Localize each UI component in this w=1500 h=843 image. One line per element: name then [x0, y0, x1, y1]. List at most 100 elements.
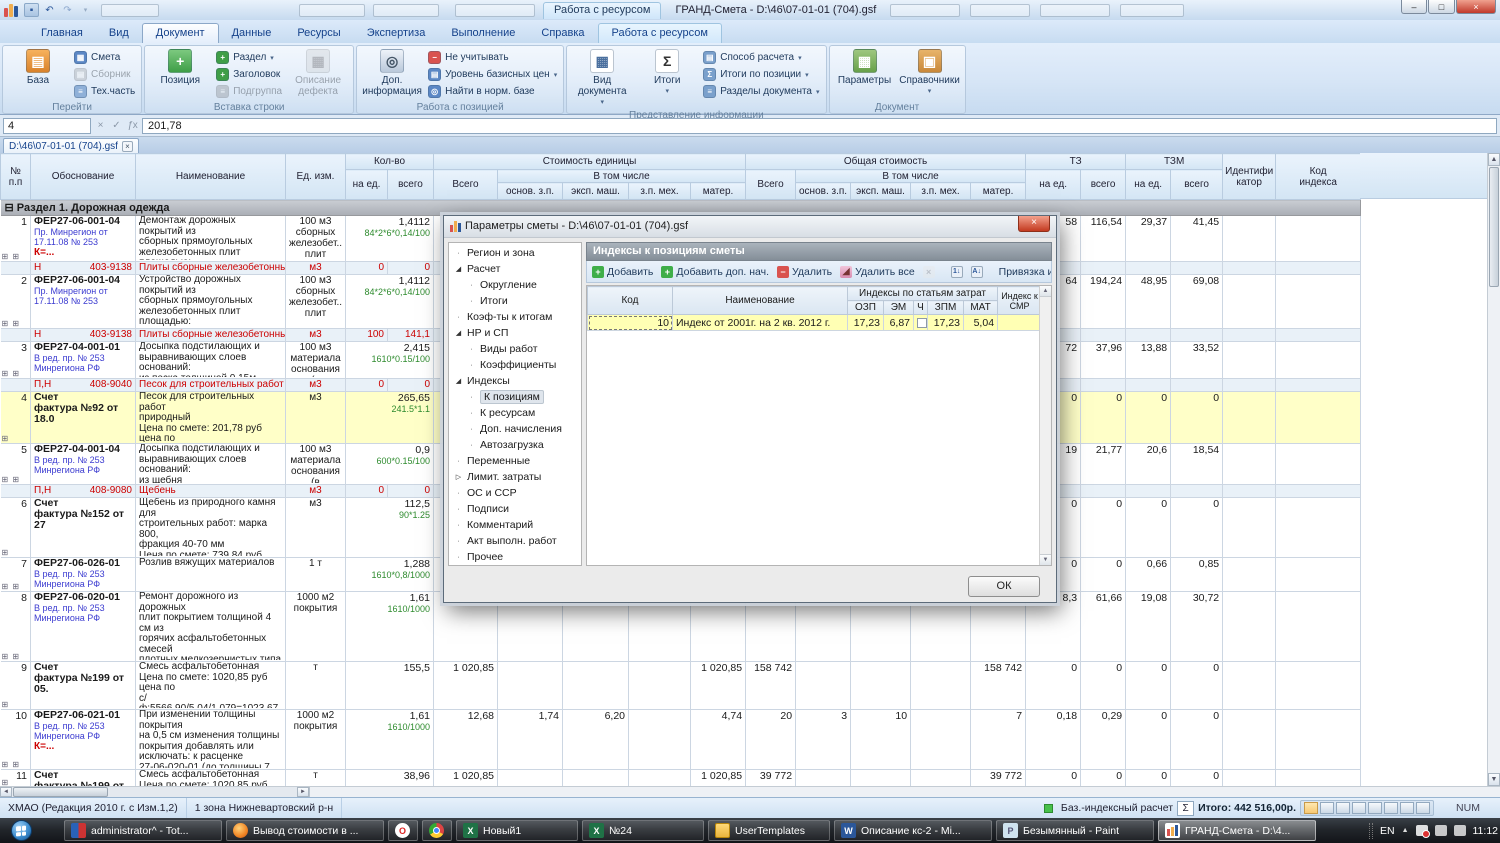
minimize-button[interactable]: – — [1401, 0, 1427, 14]
index-zpm-cell[interactable]: 17,23 — [928, 315, 964, 331]
qat-dropdown-icon[interactable]: ▾ — [78, 3, 93, 17]
start-button[interactable] — [6, 820, 36, 842]
ribbon-button[interactable]: Итоги по позиции▾ — [701, 66, 821, 83]
dialog-close-button[interactable]: × — [1018, 216, 1050, 232]
ribbon-button[interactable]: Вид документа▾ — [571, 48, 633, 108]
col-header-se-zpm[interactable]: з.п. мех. — [629, 183, 691, 200]
index-smr-cell[interactable] — [998, 315, 1042, 331]
col-header-se-exp[interactable]: эксп. маш. — [563, 183, 629, 200]
view-icon[interactable] — [1368, 802, 1382, 814]
ribbon-tab-Данные[interactable]: Данные — [219, 24, 285, 43]
dcol-ЗПМ[interactable]: ЗПМ — [928, 301, 964, 315]
position-row[interactable]: 11⊞Счет фактура №199 от 05Смесь асфальто… — [1, 770, 1361, 787]
ribbon-button[interactable]: База — [7, 48, 69, 100]
ribbon-button[interactable]: Найти в норм. базе — [426, 83, 559, 100]
col-header-num[interactable]: № п.п — [1, 154, 31, 200]
volume-icon[interactable] — [1454, 825, 1466, 836]
tree-item-Индексы[interactable]: ◢Индексы — [449, 373, 581, 389]
formula-input[interactable]: 201,78 — [142, 118, 1497, 134]
dcol-МАТ[interactable]: МАТ — [964, 301, 998, 315]
dcol-smr[interactable]: Индекс к СМР — [998, 287, 1042, 315]
scroll-left-icon[interactable]: ◄ — [0, 787, 12, 797]
ribbon-tab-Выполнение[interactable]: Выполнение — [438, 24, 528, 43]
col-header-tz[interactable]: ТЗ — [1026, 154, 1126, 170]
ribbon-button[interactable]: Способ расчета▾ — [701, 49, 821, 66]
taskbar-button-Вывод стоимости в ...[interactable]: Вывод стоимости в ... — [226, 820, 384, 841]
ribbon-tab-Главная[interactable]: Главная — [28, 24, 96, 43]
tree-item-Акт выполн. работ[interactable]: ·Акт выполн. работ — [449, 533, 581, 549]
scroll-down-icon[interactable]: ▼ — [1040, 554, 1051, 565]
scroll-up-icon[interactable]: ▲ — [1040, 286, 1051, 297]
col-header-se-vtom[interactable]: В том числе — [498, 170, 746, 183]
taskbar-button-Новый1[interactable]: XНовый1 — [456, 820, 578, 841]
col-header-os-mater[interactable]: матер. — [971, 183, 1026, 200]
taskbar-button-Безымянный - Paint[interactable]: PБезымянный - Paint — [996, 820, 1154, 841]
position-row[interactable]: 10⊞ ⊞ФЕР27-06-021-01В ред. пр. № 253 Мин… — [1, 710, 1361, 770]
ribbon-button[interactable]: Раздел▾ — [214, 49, 284, 66]
toolbar-button-Удалить все[interactable]: ◢Удалить все — [840, 266, 915, 278]
tree-item-Лимит. затраты[interactable]: ▷Лимит. затраты — [449, 469, 581, 485]
col-header-os-zpm[interactable]: з.п. мех. — [911, 183, 971, 200]
taskbar-button-№24[interactable]: X№24 — [582, 820, 704, 841]
view-icon[interactable] — [1304, 802, 1318, 814]
col-header-tzm[interactable]: ТЗМ — [1126, 154, 1223, 170]
confirm-icon[interactable]: ✓ — [110, 120, 123, 131]
ribbon-button[interactable]: Позиция — [149, 48, 211, 100]
toolbar-button-Удалить[interactable]: −Удалить — [777, 266, 832, 278]
view-icon[interactable] — [1320, 802, 1334, 814]
dcol-name[interactable]: Наименование — [673, 287, 848, 315]
dcol-Ч[interactable]: Ч — [914, 301, 928, 315]
col-header-os-osn[interactable]: основ. з.п. — [796, 183, 851, 200]
col-header-se-osn[interactable]: основ. з.п. — [498, 183, 563, 200]
tray-expand-icon[interactable]: ▲ — [1402, 827, 1409, 834]
tree-item-ОС и ССР[interactable]: ·ОС и ССР — [449, 485, 581, 501]
ribbon-tab-Справка[interactable]: Справка — [528, 24, 597, 43]
col-header-tz-vs[interactable]: всего — [1081, 170, 1126, 200]
dialog-title-bar[interactable]: Параметры сметы - D:\46\07-01-01 (704).g… — [444, 216, 1056, 238]
expanded-icon[interactable]: ◢ — [454, 377, 463, 385]
view-icon[interactable] — [1352, 802, 1366, 814]
sigma-icon[interactable]: Σ — [1177, 801, 1194, 816]
tree-item-Коэф-ты к итогам[interactable]: ·Коэф-ты к итогам — [449, 309, 581, 325]
col-header-total-cost[interactable]: Общая стоимость — [746, 154, 1026, 170]
col-header-tz-ed[interactable]: на ед. — [1026, 170, 1081, 200]
ribbon-button[interactable]: Доп. информация — [361, 48, 423, 100]
ribbon-button[interactable]: Тех.часть — [72, 83, 137, 100]
toolbar-button-Добавить доп. нач.[interactable]: +Добавить доп. нач. — [661, 266, 769, 278]
ribbon-tab-Документ[interactable]: Документ — [142, 23, 219, 43]
view-icon[interactable] — [1336, 802, 1350, 814]
tree-item-Комментарий[interactable]: ·Комментарий — [449, 517, 581, 533]
function-icon[interactable]: ƒx — [126, 120, 139, 131]
index-code-cell[interactable]: 10 — [588, 315, 673, 331]
col-header-os-vtom[interactable]: В том числе — [796, 170, 1026, 183]
col-header-ident[interactable]: Идентифи катор — [1223, 154, 1276, 200]
ribbon-tab-Работа с ресурсом[interactable]: Работа с ресурсом — [598, 23, 722, 43]
ribbon-tab-Ресурсы[interactable]: Ресурсы — [284, 24, 353, 43]
ribbon-button[interactable]: Уровень базисных цен▾ — [426, 66, 559, 83]
ok-button[interactable]: ОК — [968, 576, 1040, 597]
cell-reference-box[interactable]: 4 — [3, 118, 91, 134]
dcol-kod[interactable]: Код — [588, 287, 673, 315]
taskbar-button-UserTemplates[interactable]: UserTemplates — [708, 820, 830, 841]
toolbar-button-Привязка индексов[interactable]: Привязка индексов▾ — [999, 266, 1052, 278]
scroll-up-icon[interactable]: ▲ — [1488, 153, 1500, 166]
expanded-icon[interactable]: ◢ — [454, 329, 463, 337]
index-ozp-cell[interactable]: 17,23 — [848, 315, 884, 331]
view-icon[interactable] — [1416, 802, 1430, 814]
dcol-ОЗП[interactable]: ОЗП — [848, 301, 884, 315]
scrollbar-thumb[interactable] — [1489, 167, 1499, 287]
col-header-kod[interactable]: Код индекса — [1276, 154, 1361, 200]
ribbon-tab-Вид[interactable]: Вид — [96, 24, 142, 43]
col-header-os-vsego[interactable]: Всего — [746, 170, 796, 200]
ribbon-button[interactable]: Справочники▾ — [899, 48, 961, 100]
col-header-name[interactable]: Наименование — [136, 154, 286, 200]
scroll-down-icon[interactable]: ▼ — [1488, 773, 1500, 786]
taskbar-button-opera[interactable]: O — [388, 820, 418, 841]
ribbon-button[interactable]: Смета — [72, 49, 137, 66]
tree-item-Автозагрузка[interactable]: ·Автозагрузка — [449, 437, 581, 453]
ribbon-button[interactable]: Заголовок — [214, 66, 284, 83]
collapsed-icon[interactable]: ▷ — [454, 473, 463, 481]
index-name-cell[interactable]: Индекс от 2001г. на 2 кв. 2012 г. — [673, 315, 848, 331]
col-header-qty-vs[interactable]: всего — [388, 170, 434, 200]
tree-item-К ресурсам[interactable]: ·К ресурсам — [449, 405, 581, 421]
